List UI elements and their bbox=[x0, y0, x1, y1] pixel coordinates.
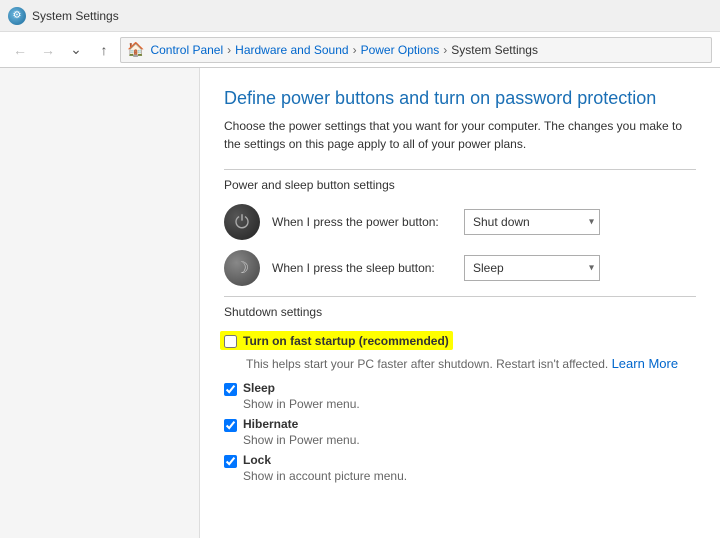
recent-button[interactable]: ⌄ bbox=[64, 38, 88, 62]
power-button-label: When I press the power button: bbox=[272, 215, 452, 229]
fast-startup-row: Turn on fast startup (recommended) bbox=[224, 331, 696, 350]
lock-label: Lock bbox=[243, 453, 407, 467]
sleep-checkbox[interactable] bbox=[224, 383, 237, 396]
hibernate-checkbox[interactable] bbox=[224, 419, 237, 432]
forward-button[interactable]: → bbox=[36, 38, 60, 62]
lock-checkbox[interactable] bbox=[224, 455, 237, 468]
back-button[interactable]: ← bbox=[8, 38, 32, 62]
hibernate-label: Hibernate bbox=[243, 417, 360, 431]
sleep-row: Sleep Show in Power menu. bbox=[224, 381, 696, 411]
app-icon bbox=[8, 7, 26, 25]
title-bar-text: System Settings bbox=[32, 9, 119, 23]
sleep-button-row: ☽ When I press the sleep button: Sleep H… bbox=[224, 250, 696, 286]
lock-sub: Show in account picture menu. bbox=[243, 469, 407, 483]
sleep-symbol: ☽ bbox=[235, 258, 249, 278]
power-symbol: ⏻ bbox=[235, 212, 249, 233]
breadcrumb-system-settings: System Settings bbox=[451, 43, 538, 57]
fast-startup-label: Turn on fast startup (recommended) bbox=[243, 334, 449, 348]
breadcrumb-power-options[interactable]: Power Options bbox=[361, 43, 440, 57]
breadcrumb-sep-2: › bbox=[353, 43, 357, 57]
hibernate-row: Hibernate Show in Power menu. bbox=[224, 417, 696, 447]
main-content: Define power buttons and turn on passwor… bbox=[0, 68, 720, 538]
lock-row: Lock Show in account picture menu. bbox=[224, 453, 696, 483]
fast-startup-highlight: Turn on fast startup (recommended) bbox=[220, 331, 453, 350]
sleep-button-dropdown-wrapper: Sleep Hibernate Shut down Turn off the d… bbox=[464, 255, 600, 281]
sleep-label: Sleep bbox=[243, 381, 360, 395]
breadcrumb-sep-1: › bbox=[227, 43, 231, 57]
power-sleep-section: Power and sleep button settings ⏻ When I… bbox=[224, 178, 696, 286]
sleep-sub: Show in Power menu. bbox=[243, 397, 360, 411]
power-button-dropdown-wrapper: Shut down Sleep Hibernate Turn off the d… bbox=[464, 209, 600, 235]
breadcrumb-control-panel[interactable]: Control Panel bbox=[150, 43, 223, 57]
shutdown-label: Shutdown settings bbox=[224, 305, 696, 319]
power-icon: ⏻ bbox=[224, 204, 260, 240]
shutdown-section: Shutdown settings Turn on fast startup (… bbox=[224, 305, 696, 483]
power-sleep-label: Power and sleep button settings bbox=[224, 178, 696, 192]
folder-icon: 🏠 bbox=[127, 41, 144, 58]
content-area: Define power buttons and turn on passwor… bbox=[200, 68, 720, 538]
hibernate-sub: Show in Power menu. bbox=[243, 433, 360, 447]
divider-2 bbox=[224, 296, 696, 297]
power-button-row: ⏻ When I press the power button: Shut do… bbox=[224, 204, 696, 240]
up-button[interactable]: ↑ bbox=[92, 38, 116, 62]
sleep-icon: ☽ bbox=[224, 250, 260, 286]
breadcrumb-sep-3: › bbox=[443, 43, 447, 57]
title-bar: System Settings bbox=[0, 0, 720, 32]
fast-startup-learn-more[interactable]: Learn More bbox=[612, 356, 678, 371]
sleep-button-label: When I press the sleep button: bbox=[272, 261, 452, 275]
sleep-button-dropdown[interactable]: Sleep Hibernate Shut down Turn off the d… bbox=[464, 255, 600, 281]
address-bar: ← → ⌄ ↑ 🏠 Control Panel › Hardware and S… bbox=[0, 32, 720, 68]
fast-startup-checkbox[interactable] bbox=[224, 335, 237, 348]
power-button-dropdown[interactable]: Shut down Sleep Hibernate Turn off the d… bbox=[464, 209, 600, 235]
sidebar bbox=[0, 68, 200, 538]
breadcrumb-hardware-sound[interactable]: Hardware and Sound bbox=[235, 43, 348, 57]
page-description: Choose the power settings that you want … bbox=[224, 117, 696, 153]
breadcrumb: 🏠 Control Panel › Hardware and Sound › P… bbox=[120, 37, 712, 63]
page-title: Define power buttons and turn on passwor… bbox=[224, 88, 696, 109]
divider-1 bbox=[224, 169, 696, 170]
fast-startup-description: This helps start your PC faster after sh… bbox=[246, 356, 696, 371]
